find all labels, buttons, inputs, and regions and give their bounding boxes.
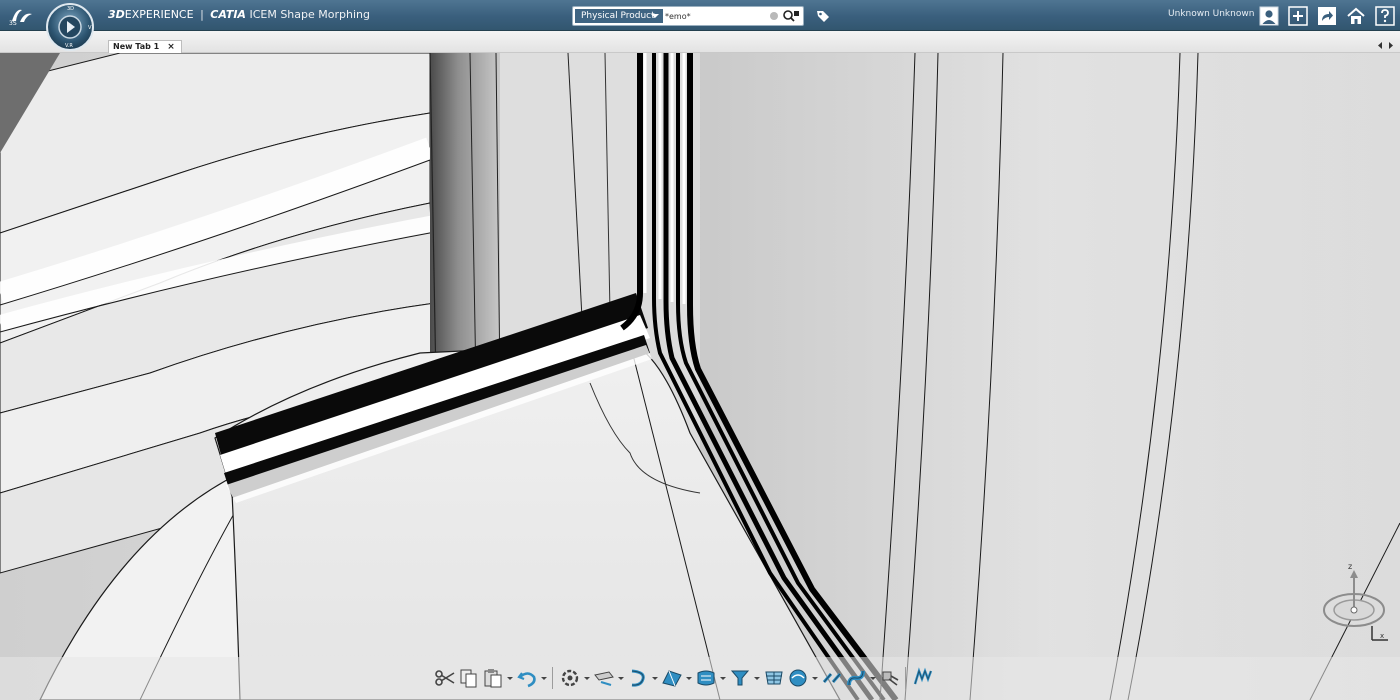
surface-analysis-icon (789, 669, 807, 687)
action-bar-tools (434, 665, 936, 691)
morph-icon (697, 670, 715, 686)
curve-icon (631, 669, 645, 687)
icem-icon (913, 667, 933, 685)
3d-model-render[interactable] (0, 53, 1400, 700)
paste-dropdown[interactable] (506, 667, 513, 689)
share-icon[interactable] (1317, 6, 1337, 26)
compass-icon[interactable]: 3D V V.R (42, 2, 98, 52)
brand-separator: | (200, 8, 204, 21)
analysis-button[interactable] (763, 667, 785, 689)
search-icon[interactable] (782, 9, 800, 23)
update-button[interactable] (559, 667, 581, 689)
tab-scroll-arrows[interactable] (1376, 41, 1396, 50)
brand-catia: CATIA (210, 8, 246, 21)
analysis-dropdown[interactable] (811, 667, 818, 689)
sweep-icon (882, 671, 899, 686)
icem-button[interactable] (912, 667, 934, 689)
sweep-button[interactable] (879, 667, 901, 689)
cut-icon (435, 670, 455, 686)
copy-button[interactable] (458, 667, 480, 689)
curve-button[interactable] (627, 667, 649, 689)
analysis-icon (765, 671, 783, 685)
undo-icon (517, 672, 536, 688)
tab-label: New Tab 1 (113, 42, 160, 51)
add-icon[interactable] (1288, 6, 1308, 26)
undo-dropdown[interactable] (540, 667, 547, 689)
search-box: Physical Product (572, 6, 804, 26)
morph-button[interactable] (695, 667, 717, 689)
surface-button[interactable] (661, 667, 683, 689)
action-bar (0, 657, 1400, 700)
view-compass-icon[interactable]: z x (1314, 560, 1394, 650)
user-icon[interactable] (1259, 6, 1279, 26)
help-icon[interactable] (1375, 6, 1395, 26)
chevron-down-icon (651, 14, 659, 18)
compass-label-right: V (88, 25, 92, 31)
paste-button[interactable] (482, 667, 504, 689)
home-icon[interactable] (1346, 6, 1366, 26)
user-name[interactable]: Unknown Unknown (1168, 9, 1254, 19)
search-scope-dropdown[interactable]: Physical Product (575, 9, 663, 23)
morph-dropdown[interactable] (719, 667, 726, 689)
connect-icon (822, 673, 842, 683)
copy-icon (460, 669, 477, 688)
clear-search-icon[interactable] (770, 12, 778, 20)
3ds-logo-icon[interactable]: 3S (8, 4, 36, 26)
tab-strip: New Tab 1 × (0, 31, 1400, 53)
toolbar-separator (905, 667, 906, 689)
toolbar-separator (552, 667, 553, 689)
surface-dropdown[interactable] (685, 667, 692, 689)
tag-icon[interactable] (815, 8, 831, 24)
compass-label-bottom: V.R (65, 43, 73, 49)
update-dropdown[interactable] (583, 667, 590, 689)
top-bar: 3S 3DEXPERIENCE | CATIA ICEM Shape Morph… (0, 0, 1400, 31)
3d-viewport[interactable]: z x (0, 53, 1400, 700)
filter-button[interactable] (729, 667, 751, 689)
close-icon[interactable]: × (167, 41, 175, 53)
compass-label-top: 3D (67, 6, 74, 12)
search-scope-label: Physical Product (581, 11, 655, 21)
undo-button[interactable] (516, 667, 538, 689)
svg-text:3S: 3S (9, 20, 17, 26)
measure-dropdown[interactable] (617, 667, 624, 689)
curve-dropdown[interactable] (651, 667, 658, 689)
update-icon (561, 669, 579, 687)
axis-z-label: z (1348, 562, 1352, 571)
paste-icon (484, 669, 502, 688)
measure-button[interactable] (593, 667, 615, 689)
blend-button[interactable] (845, 667, 867, 689)
filter-dropdown[interactable] (753, 667, 760, 689)
surface-analysis-button[interactable] (787, 667, 809, 689)
search-input[interactable] (665, 9, 765, 23)
axis-x-label: x (1380, 632, 1384, 640)
connect-button[interactable] (821, 667, 843, 689)
cut-button[interactable] (434, 667, 456, 689)
filter-icon (730, 670, 750, 686)
brand-app-name: ICEM Shape Morphing (249, 8, 370, 21)
brand-3d: 3D (108, 8, 125, 21)
measure-icon (594, 671, 614, 686)
brand-experience: EXPERIENCE (124, 8, 194, 21)
blend-dropdown[interactable] (869, 667, 876, 689)
surface-icon (662, 670, 682, 687)
blend-icon (847, 670, 865, 686)
tab-new-tab-1[interactable]: New Tab 1 × (108, 40, 182, 53)
app-title: 3DEXPERIENCE | CATIA ICEM Shape Morphing (108, 8, 370, 21)
